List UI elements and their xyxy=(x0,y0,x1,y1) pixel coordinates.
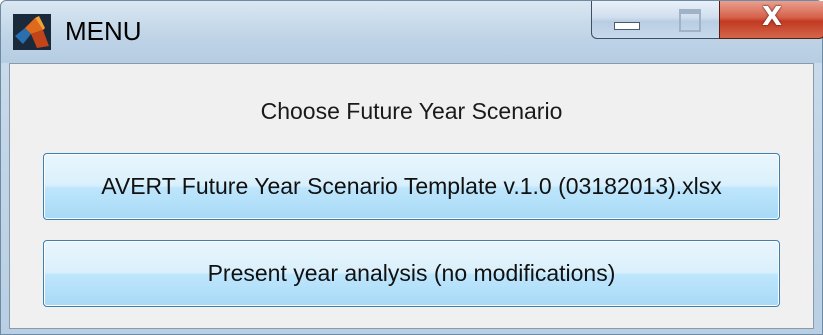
matlab-logo-icon xyxy=(13,14,51,50)
title-bar[interactable]: MENU X xyxy=(1,1,823,63)
window-title: MENU xyxy=(65,16,142,46)
future-year-template-button[interactable]: AVERT Future Year Scenario Template v.1.… xyxy=(43,153,780,220)
close-button[interactable]: X xyxy=(719,1,823,39)
maximize-button[interactable] xyxy=(658,1,720,39)
dialog-heading: Choose Future Year Scenario xyxy=(260,98,563,124)
menu-window: MENU X Choose Future Year Scenario AVERT… xyxy=(0,0,823,335)
present-year-analysis-button[interactable]: Present year analysis (no modifications) xyxy=(43,240,780,307)
dialog-body: Choose Future Year Scenario AVERT Future… xyxy=(9,63,814,329)
minimize-button[interactable] xyxy=(591,1,659,39)
maximize-icon xyxy=(679,9,701,32)
close-icon: X xyxy=(761,2,783,32)
minimize-icon xyxy=(614,22,640,30)
